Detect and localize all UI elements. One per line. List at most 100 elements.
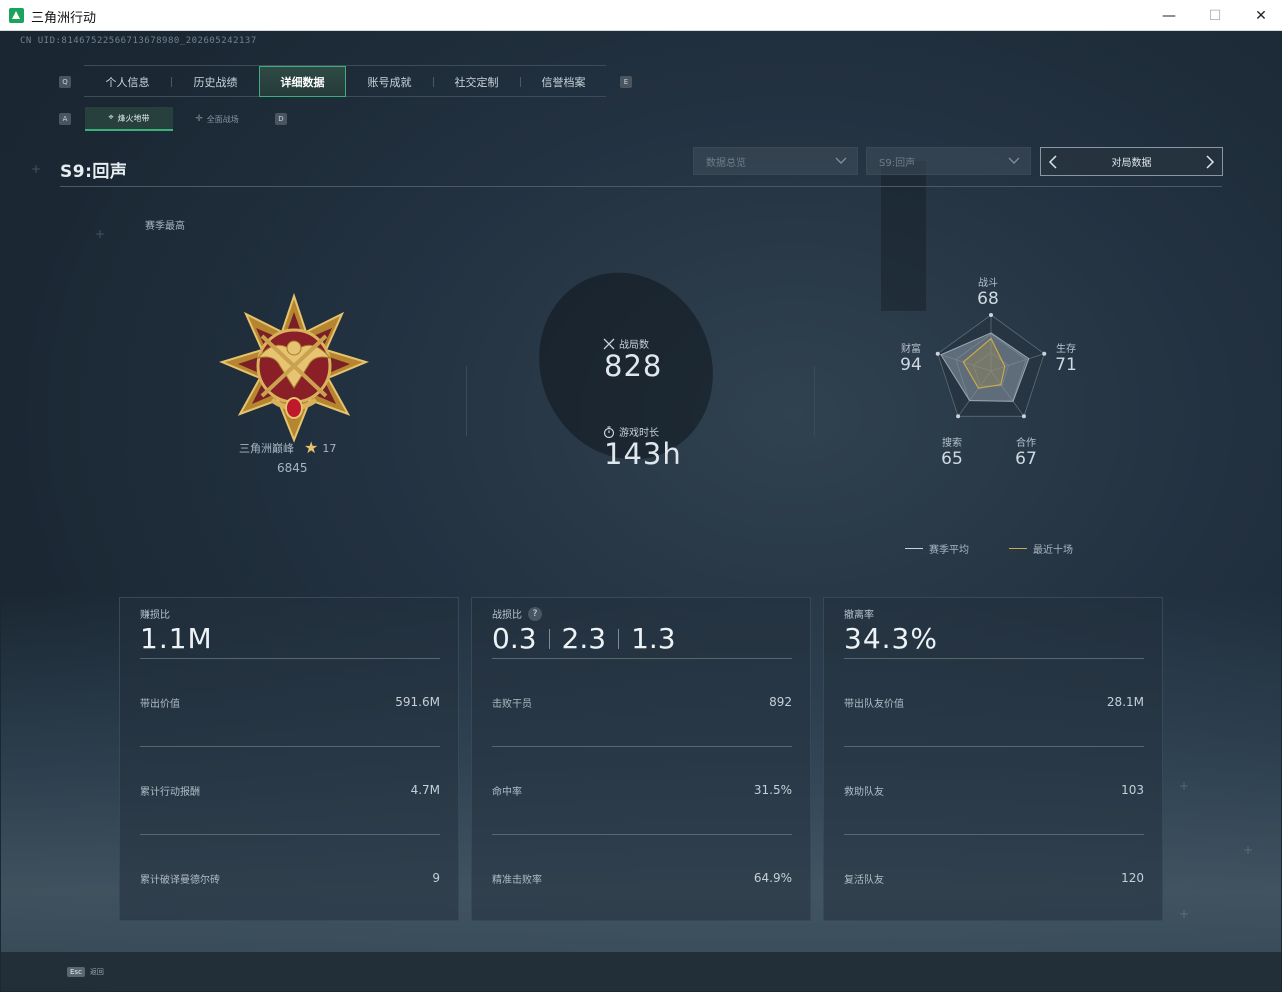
stat-row-value: 64.9% [753,871,792,885]
radar-axis-dot [989,313,993,317]
radar-value-teamwork: 67 [1015,449,1037,469]
window-title: 三角洲行动 [31,11,97,26]
data-view-dropdown-value: 数据总览 [706,157,746,169]
tab-full-battlefield[interactable]: ✛ 全面战场 [173,107,261,131]
stopwatch-icon [603,425,615,438]
app-logo-icon [9,8,24,23]
maximize-button[interactable]: ☐ [1192,0,1238,31]
stat-row: 救助队友 103 [844,780,1144,800]
stat-row-label: 带出价值 [140,698,180,710]
app-window: 三角洲行动 — ☐ ✕ CN UID:8146752256671367898​0… [0,0,1282,992]
radar-label-teamwork: 合作 [1016,438,1036,449]
radar-label-search: 搜索 [942,438,962,449]
kd-values: 0.3 2.3 1.3 [492,622,676,655]
season-title: S9:回声 [60,162,128,182]
panel-divider [844,746,1144,747]
compass-icon: ⌖ [108,113,114,123]
legend-line-season [905,548,923,549]
key-hint-d: D [275,113,287,125]
stat-row-value: 103 [1121,783,1144,797]
legend-line-recent [1009,548,1027,549]
decor-plus-icon: + [1179,907,1190,921]
esc-key-icon: Esc [67,967,85,977]
stat-row: 精准击败率 64.9% [492,868,792,888]
tab-credit-record[interactable]: 信誉档案 [520,66,607,97]
stat-row-label: 累计行动报酬 [140,786,200,798]
tab-personal-info[interactable]: 个人信息 [84,66,171,97]
stat-row-value: 9 [432,871,440,885]
radar-value-combat: 68 [977,289,999,309]
back-button[interactable]: Esc 返回 [67,967,104,977]
panel-profit-ratio: 赚损比 1.1M 带出价值 591.6M 累计行动报酬 4.7M 累计破译曼德尔砖 9 [119,597,459,921]
stat-row-label: 救助队友 [844,786,884,798]
decor-plus-icon: + [95,227,106,241]
stat-row-label: 精准击败率 [492,874,542,886]
panel-divider [140,746,440,747]
section-divider [814,366,815,436]
game-content: CN UID:8146752256671367898​0_20260524213… [1,31,1281,991]
stat-row-label: 复活队友 [844,874,884,886]
chevron-down-icon [1008,157,1020,164]
header-divider [60,186,1222,187]
star-icon: ★ [304,438,319,457]
decor-plus-icon: + [1243,843,1254,857]
stat-row: 带出队友价值 28.1M [844,692,1144,712]
panel-divider [844,658,1144,659]
tab-detailed-data[interactable]: 详细数据 [259,66,346,97]
tab-history[interactable]: 历史战绩 [172,66,259,97]
panel-divider [492,746,792,747]
section-divider [466,366,467,436]
playtime-value: 143h [604,437,682,471]
chevron-down-icon [835,157,847,164]
radar-label-survival: 生存 [1056,344,1076,355]
stat-row: 复活队友 120 [844,868,1144,888]
radar-value-survival: 71 [1055,355,1077,375]
radar-value-wealth: 94 [900,355,922,375]
stat-row-value: 591.6M [395,695,440,709]
key-hint-e: E [620,76,632,88]
stat-row-label: 命中率 [492,786,522,798]
crosshair-icon: ✛ [195,114,203,124]
panel-divider [492,658,792,659]
data-view-dropdown[interactable]: 数据总览 [693,147,858,175]
next-arrow-icon[interactable] [1200,148,1220,175]
key-hint-a: A [59,113,71,125]
tab-achievements[interactable]: 账号成就 [346,66,433,97]
stat-row: 击败干员 892 [492,692,792,712]
matches-value: 828 [604,349,663,383]
help-icon[interactable]: ? [528,606,542,621]
stat-row-value: 28.1M [1106,695,1144,709]
close-button[interactable]: ✕ [1238,0,1282,31]
panel-divider [844,834,1144,835]
key-hint-q: Q [59,76,71,88]
minimize-button[interactable]: — [1146,0,1192,31]
previous-arrow-icon[interactable] [1043,148,1063,175]
tab-full-battlefield-label: 全面战场 [206,114,239,124]
radar-axis-dot [935,351,940,356]
stat-row: 带出价值 591.6M [140,692,440,712]
profit-ratio-value: 1.1M [140,622,213,655]
stat-row-label: 累计破译曼德尔砖 [140,874,220,886]
extraction-rate-value: 34.3% [844,622,938,655]
rank-medal-icon [219,292,369,443]
legend-season-label: 赛季平均 [929,545,969,556]
rank-score: 6845 [277,461,308,475]
stat-row-value: 120 [1121,871,1144,885]
kd-divider [548,628,550,649]
match-data-navigator: 对局数据 [1040,147,1223,176]
legend-season-average: 赛季平均 [905,541,969,556]
bottom-bar [1,952,1281,991]
season-dropdown[interactable]: S9:回声 [866,147,1031,175]
legend-recent-ten: 最近十场 [1009,541,1073,556]
stat-row: 累计破译曼德尔砖 9 [140,868,440,888]
stat-row: 命中率 31.5% [492,780,792,800]
tab-hazard-zone[interactable]: ⌖ 烽火地带 [85,107,173,131]
panel-kd-ratio: 战损比 ? 0.3 2.3 1.3 击败干员 892 命中率 31.5% 精准击败率… [471,597,811,921]
rank-info: 三角洲巅峰 ★ 17 [239,440,336,456]
season-best-label: 赛季最高 [145,221,185,232]
title-bar: 三角洲行动 — ☐ ✕ [0,0,1282,31]
tab-social[interactable]: 社交定制 [433,66,520,97]
stat-row-value: 4.7M [410,783,440,797]
stat-row-label: 击败干员 [492,698,532,710]
radar-label-wealth: 财富 [901,344,921,355]
